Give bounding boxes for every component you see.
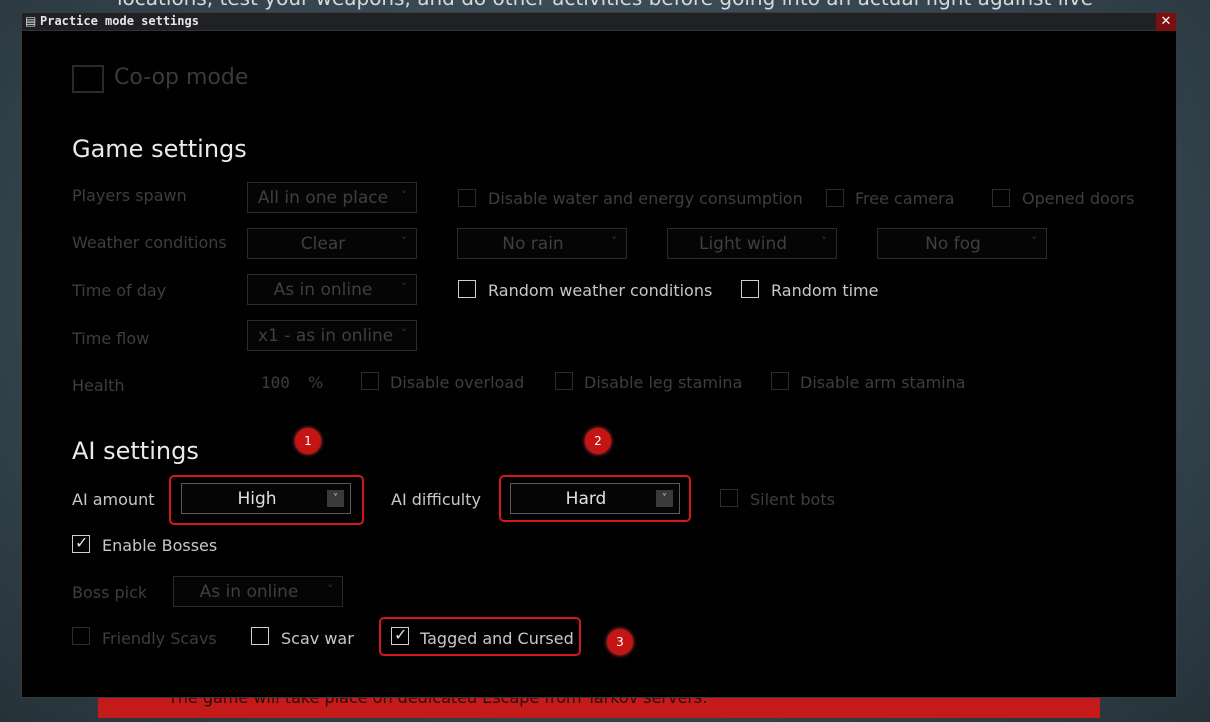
chevron-down-icon: ˅ — [1031, 235, 1038, 248]
health-label: Health — [72, 376, 125, 395]
clouds-value: Clear — [300, 234, 346, 254]
ai-amount-value: High — [237, 489, 277, 509]
window-icon: ▤ — [25, 14, 37, 28]
annotation-badge-1: 1 — [295, 428, 321, 454]
free-camera-checkbox[interactable] — [826, 189, 844, 207]
scav-war-checkbox[interactable] — [251, 627, 269, 645]
chevron-down-icon: ˅ — [327, 490, 344, 507]
title-bar[interactable]: ▤ Practice mode settings ✕ — [22, 13, 1176, 31]
chevron-down-icon: ˅ — [401, 235, 408, 248]
time-flow-label: Time flow — [72, 329, 150, 348]
disable-overload-label: Disable overload — [390, 373, 525, 392]
ai-difficulty-value: Hard — [565, 489, 607, 509]
chevron-down-icon: ˅ — [821, 235, 828, 248]
fog-dropdown[interactable]: No fog ˅ — [877, 228, 1047, 259]
ai-difficulty-label: AI difficulty — [391, 490, 481, 509]
chevron-down-icon: ˅ — [401, 281, 408, 294]
disable-water-label: Disable water and energy consumption — [488, 189, 803, 208]
health-unit: % — [308, 373, 324, 392]
ai-amount-dropdown[interactable]: High ˅ — [181, 483, 351, 514]
annotation-badge-2: 2 — [585, 428, 611, 454]
check-icon: ✓ — [75, 533, 89, 552]
random-weather-checkbox[interactable] — [458, 280, 476, 298]
disable-water-checkbox[interactable] — [458, 189, 476, 207]
rain-dropdown[interactable]: No rain ˅ — [457, 228, 627, 259]
close-button[interactable]: ✕ — [1156, 13, 1176, 31]
boss-pick-dropdown[interactable]: As in online ˅ — [173, 576, 343, 607]
chevron-down-icon: ˅ — [656, 490, 673, 507]
scav-war-label: Scav war — [281, 629, 354, 648]
weather-conditions-label: Weather conditions — [72, 233, 227, 252]
disable-overload-checkbox[interactable] — [361, 372, 379, 390]
boss-pick-label: Boss pick — [72, 583, 148, 602]
health-input[interactable]: 100 — [261, 373, 290, 392]
players-spawn-value: All in one place — [257, 188, 389, 208]
ai-difficulty-dropdown[interactable]: Hard ˅ — [510, 483, 680, 514]
random-time-checkbox[interactable] — [741, 280, 759, 298]
chevron-down-icon: ˅ — [401, 327, 408, 340]
boss-pick-value: As in online — [199, 582, 299, 602]
opened-doors-checkbox[interactable] — [992, 189, 1010, 207]
disable-leg-stamina-checkbox[interactable] — [555, 372, 573, 390]
background-text-top: locations, test your weapons, and do oth… — [0, 0, 1210, 10]
silent-bots-label: Silent bots — [750, 490, 835, 509]
enable-bosses-checkbox[interactable]: ✓ — [72, 533, 90, 553]
tagged-cursed-checkbox[interactable]: ✓ — [391, 625, 409, 645]
wind-value: Light wind — [698, 234, 788, 254]
disable-arm-stamina-checkbox[interactable] — [771, 372, 789, 390]
chevron-down-icon: ˅ — [611, 235, 618, 248]
clouds-dropdown[interactable]: Clear ˅ — [247, 228, 417, 259]
chevron-down-icon: ˅ — [327, 583, 334, 596]
time-flow-dropdown[interactable]: x1 - as in online ˅ — [247, 320, 417, 351]
chevron-down-icon: ˅ — [401, 189, 408, 202]
disable-leg-stamina-label: Disable leg stamina — [584, 373, 743, 392]
check-icon: ✓ — [394, 625, 408, 644]
opened-doors-label: Opened doors — [1022, 189, 1135, 208]
practice-mode-settings-window: ▤ Practice mode settings ✕ Co-op mode Ga… — [21, 12, 1177, 698]
players-spawn-dropdown[interactable]: All in one place ˅ — [247, 182, 417, 213]
window-title: Practice mode settings — [40, 14, 199, 28]
coop-mode-label: Co-op mode — [114, 65, 249, 90]
silent-bots-checkbox[interactable] — [720, 489, 738, 507]
time-of-day-value: As in online — [273, 280, 373, 300]
tagged-cursed-label: Tagged and Cursed — [420, 629, 574, 648]
rain-value: No rain — [502, 234, 564, 254]
disable-arm-stamina-label: Disable arm stamina — [800, 373, 966, 392]
time-of-day-label: Time of day — [72, 281, 167, 300]
game-settings-heading: Game settings — [72, 135, 247, 163]
annotation-badge-3: 3 — [607, 629, 633, 655]
time-flow-value: x1 - as in online — [258, 326, 394, 346]
ai-settings-heading: AI settings — [72, 437, 199, 465]
friendly-scavs-checkbox[interactable] — [72, 627, 90, 645]
ai-amount-label: AI amount — [72, 490, 155, 509]
friendly-scavs-label: Friendly Scavs — [102, 629, 217, 648]
free-camera-label: Free camera — [855, 189, 955, 208]
enable-bosses-label: Enable Bosses — [102, 536, 218, 555]
wind-dropdown[interactable]: Light wind ˅ — [667, 228, 837, 259]
coop-mode-checkbox[interactable] — [72, 65, 104, 93]
time-of-day-dropdown[interactable]: As in online ˅ — [247, 274, 417, 305]
fog-value: No fog — [925, 234, 981, 254]
random-weather-label: Random weather conditions — [488, 281, 713, 300]
players-spawn-label: Players spawn — [72, 186, 187, 205]
random-time-label: Random time — [771, 281, 879, 300]
